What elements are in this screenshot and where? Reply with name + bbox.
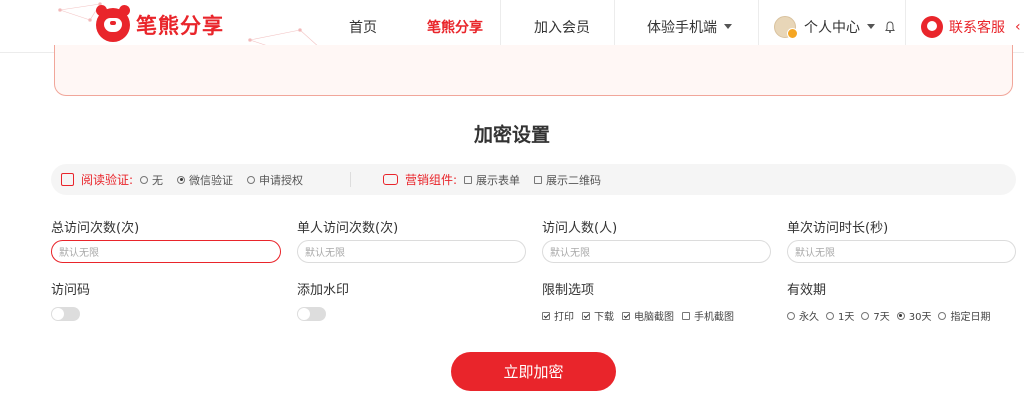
contact-service-label: 联系客服	[949, 19, 1005, 36]
radio-icon	[247, 175, 256, 184]
restrict-pc-screenshot[interactable]: 电脑截图	[622, 308, 674, 323]
bell-icon[interactable]	[883, 20, 897, 34]
option-label: 电脑截图	[634, 312, 674, 323]
radio-icon	[140, 175, 149, 184]
brand-name: 笔熊分享	[136, 14, 224, 38]
marketing-show-form[interactable]: 展示表单	[464, 172, 520, 188]
validity-7days[interactable]: 7天	[861, 308, 890, 323]
wallet-icon	[383, 174, 398, 185]
option-label: 展示二维码	[546, 173, 602, 187]
option-label: 下载	[594, 312, 614, 323]
read-verify-none[interactable]: 无	[140, 172, 163, 188]
verification-options-bar: 阅读验证: 无 微信验证 申请授权 营销组件: 展示表单 展示二维码	[51, 164, 1016, 195]
option-label: 永久	[799, 312, 819, 323]
option-label: 1天	[838, 312, 855, 323]
caret-down-icon	[724, 24, 732, 29]
visitors-input[interactable]: 默认无限	[542, 240, 771, 263]
watermark-label: 添加水印	[297, 283, 350, 298]
nav-mobile-label: 体验手机端	[647, 19, 717, 36]
personal-center-label: 个人中心	[804, 19, 860, 36]
watermark-toggle[interactable]	[297, 307, 326, 321]
caret-down-icon	[867, 24, 875, 29]
access-code-toggle[interactable]	[51, 307, 80, 321]
single-visits-label: 单人访问次数(次)	[297, 221, 399, 236]
visitors-label: 访问人数(人)	[542, 221, 618, 236]
section-title: 加密设置	[473, 124, 550, 146]
input-placeholder: 默认无限	[59, 248, 99, 259]
marketing-show-qrcode[interactable]: 展示二维码	[534, 172, 601, 188]
phone-lock-icon	[61, 173, 74, 186]
access-code-label: 访问码	[51, 283, 91, 298]
read-verify-label: 阅读验证:	[81, 173, 134, 187]
radio-selected-icon	[896, 311, 905, 320]
restrict-mobile-screenshot[interactable]: 手机截图	[682, 308, 734, 323]
option-label: 展示表单	[476, 173, 521, 187]
restrict-download[interactable]: 下载	[582, 308, 614, 323]
validity-options: 永久 1天 7天 30天 指定日期	[787, 308, 990, 323]
validity-1day[interactable]: 1天	[826, 308, 854, 323]
validity-30days[interactable]: 30天	[896, 308, 932, 323]
read-verify-apply[interactable]: 申请授权	[247, 172, 303, 188]
checkbox-checked-icon	[582, 311, 590, 320]
input-placeholder: 默认无限	[550, 248, 590, 259]
encrypt-submit-button[interactable]: 立即加密	[451, 352, 616, 391]
radio-icon	[861, 311, 870, 320]
checkbox-checked-icon	[622, 311, 630, 320]
option-label: 指定日期	[950, 312, 991, 323]
option-label: 微信验证	[189, 173, 234, 187]
radio-icon	[787, 311, 795, 320]
avatar	[774, 15, 798, 39]
total-visits-label: 总访问次数(次)	[51, 221, 140, 236]
radio-selected-icon	[177, 175, 186, 184]
option-label: 手机截图	[694, 312, 734, 323]
validity-custom-date[interactable]: 指定日期	[938, 308, 990, 323]
input-placeholder: 默认无限	[305, 248, 345, 259]
strip-divider	[350, 172, 351, 187]
restrict-print[interactable]: 打印	[542, 308, 574, 323]
chevron-left-icon[interactable]: ‹	[1015, 19, 1021, 35]
checkbox-icon	[682, 311, 690, 320]
validity-forever[interactable]: 永久	[787, 308, 819, 323]
total-visits-input[interactable]: 默认无限	[51, 240, 281, 263]
duration-input[interactable]: 默认无限	[787, 240, 1016, 263]
restrictions-label: 限制选项	[542, 283, 595, 298]
checkbox-icon	[534, 175, 543, 184]
input-placeholder: 默认无限	[795, 248, 835, 259]
checkbox-checked-icon	[542, 311, 550, 320]
read-verify-group: 阅读验证: 无 微信验证 申请授权	[61, 164, 317, 195]
bear-logo-icon	[96, 5, 130, 42]
duration-label: 单次访问时长(秒)	[787, 221, 889, 236]
checkbox-icon	[464, 175, 473, 184]
option-label: 申请授权	[259, 173, 304, 187]
headset-icon	[921, 15, 943, 38]
radio-icon	[938, 311, 947, 320]
brand-logo[interactable]: 笔熊分享	[96, 5, 224, 42]
option-label: 无	[152, 173, 164, 187]
marketing-label: 营销组件:	[405, 173, 458, 187]
validity-label: 有效期	[787, 283, 827, 298]
marketing-group: 营销组件: 展示表单 展示二维码	[383, 164, 615, 195]
option-label: 7天	[873, 312, 890, 323]
radio-icon	[826, 311, 834, 320]
document-preview-card	[54, 45, 1013, 96]
option-label: 打印	[554, 312, 574, 323]
restrictions-options: 打印 下载 电脑截图 手机截图	[542, 308, 734, 323]
single-visits-input[interactable]: 默认无限	[297, 240, 526, 263]
read-verify-wechat[interactable]: 微信验证	[177, 172, 233, 188]
option-label: 30天	[908, 312, 932, 323]
